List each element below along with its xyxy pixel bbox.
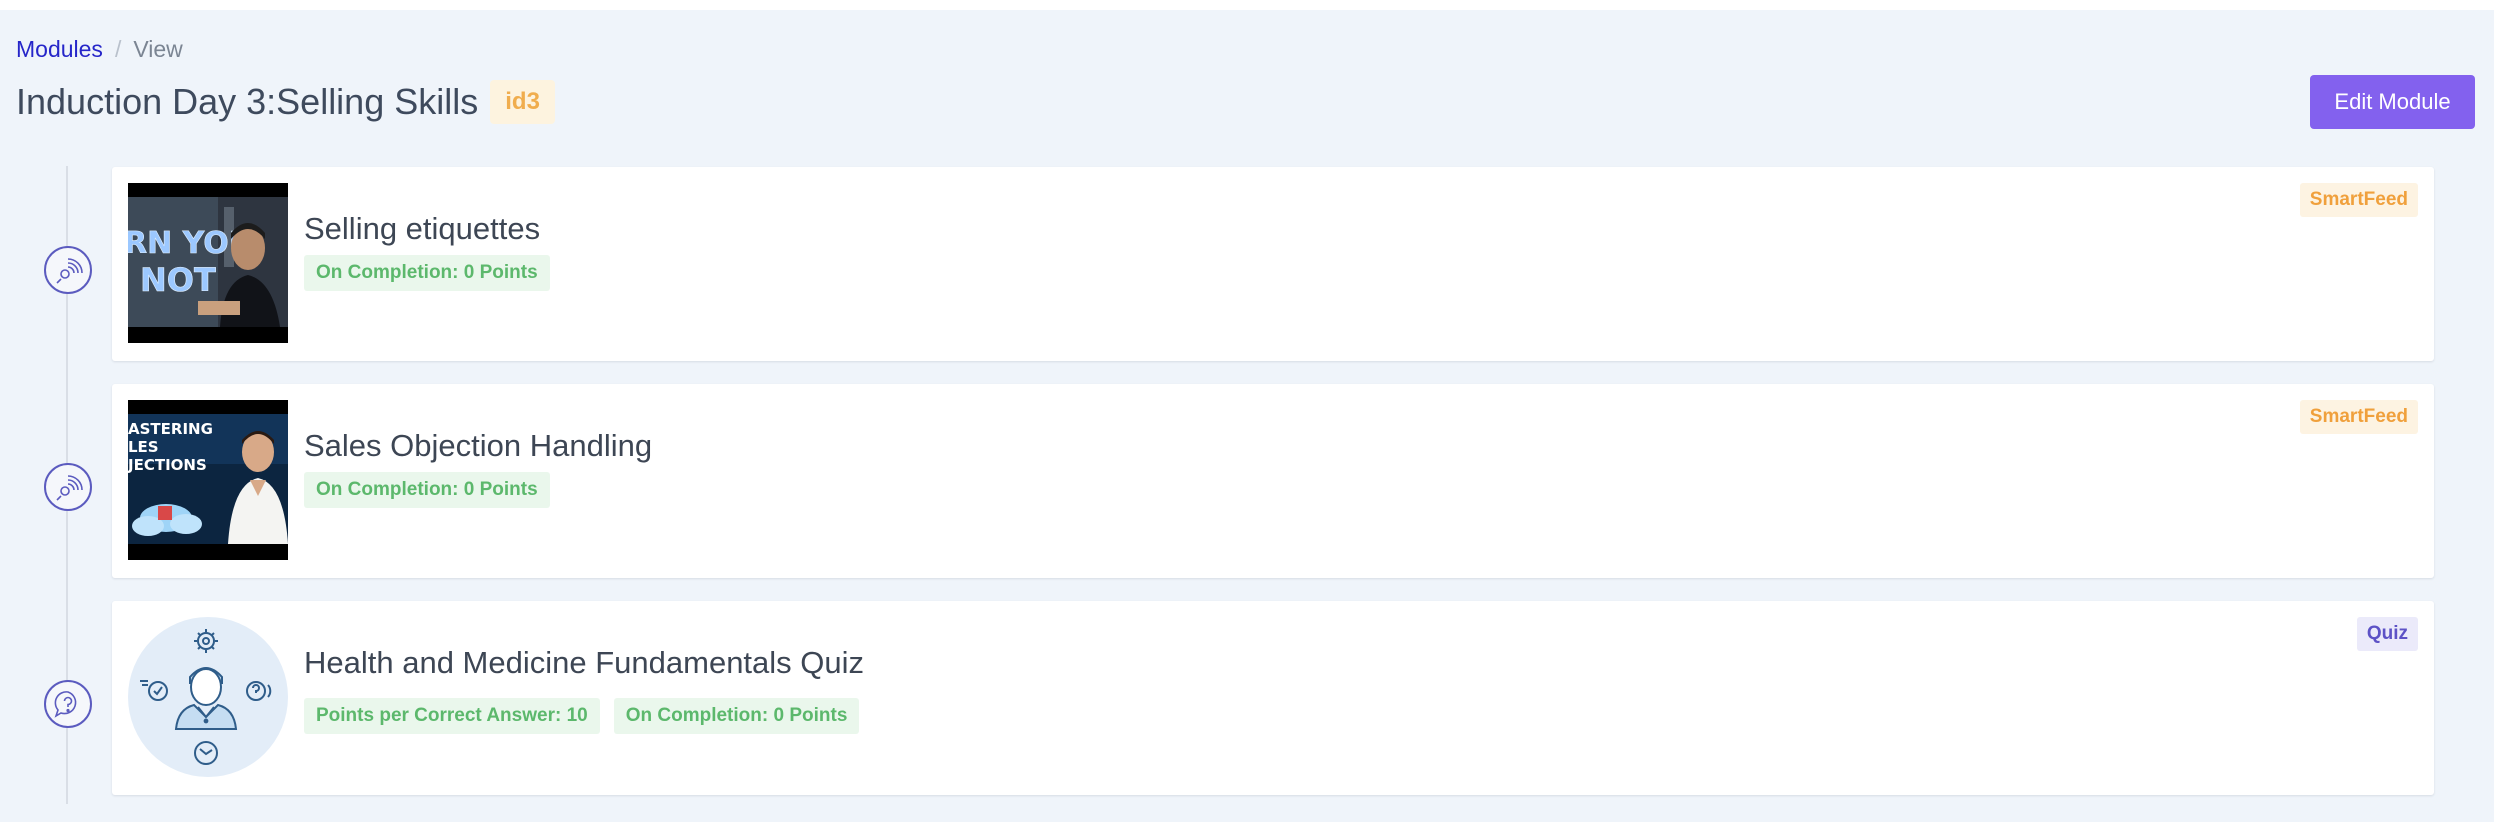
thumbnail-text-line-2: NOT <box>140 261 216 299</box>
module-item-card[interactable]: Health and Medicine Fundamentals Quiz Po… <box>112 601 2434 795</box>
breadcrumb-modules-link[interactable]: Modules <box>16 36 103 63</box>
thumbnail-text-line-3: JECTIONS <box>128 456 207 474</box>
completion-points-badge: On Completion: 0 Points <box>304 255 550 291</box>
item-title[interactable]: Sales Objection Handling <box>304 428 652 464</box>
edit-module-button[interactable]: Edit Module <box>2310 75 2475 129</box>
points-row: On Completion: 0 Points <box>304 255 550 291</box>
module-item-card[interactable]: RN YOU NOT Selling etiquettes On Complet… <box>112 167 2434 361</box>
thumbnail-text-line-1: ASTERING <box>128 420 213 438</box>
item-thumbnail: ASTERING LES JECTIONS <box>128 400 288 560</box>
title-row: Induction Day 3:Selling Skills id3 <box>16 80 555 124</box>
type-badge: Quiz <box>2356 617 2418 651</box>
thumbnail-text-line-2: LES <box>128 438 159 456</box>
breadcrumb-separator: / <box>114 36 122 62</box>
item-title[interactable]: Health and Medicine Fundamentals Quiz <box>304 645 864 681</box>
module-id-badge: id3 <box>490 80 555 124</box>
completion-points-badge: On Completion: 0 Points <box>613 698 860 734</box>
points-row: On Completion: 0 Points <box>304 472 550 508</box>
breadcrumb: Modules / View <box>16 36 183 63</box>
quiz-illustration <box>128 617 288 777</box>
item-title[interactable]: Selling etiquettes <box>304 211 540 247</box>
quiz-icon <box>44 680 92 728</box>
smartfeed-icon <box>44 246 92 294</box>
completion-points-badge: On Completion: 0 Points <box>304 472 550 508</box>
smartfeed-icon <box>44 463 92 511</box>
module-item-card[interactable]: ASTERING LES JECTIONS Sales Objection Ha… <box>112 384 2434 578</box>
item-thumbnail: RN YOU NOT <box>128 183 288 343</box>
breadcrumb-current: View <box>133 36 183 62</box>
page-title: Induction Day 3:Selling Skills <box>16 81 479 122</box>
points-per-answer-badge: Points per Correct Answer: 10 <box>304 698 600 734</box>
points-row: Points per Correct Answer: 10 On Complet… <box>304 698 860 734</box>
type-badge: SmartFeed <box>2299 183 2418 217</box>
page-background: Modules / View Induction Day 3:Selling S… <box>0 10 2494 822</box>
type-badge: SmartFeed <box>2299 400 2418 434</box>
